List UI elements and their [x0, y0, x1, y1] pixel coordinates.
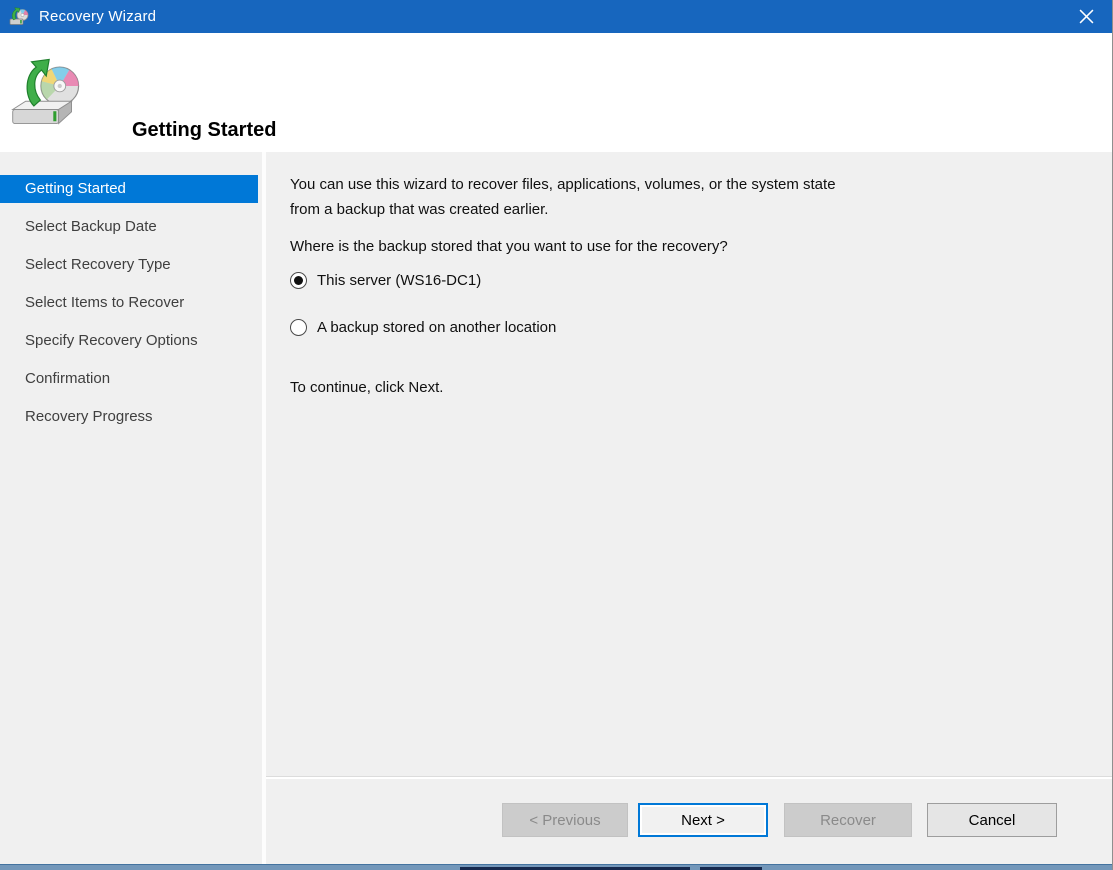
step-confirmation: Confirmation [25, 370, 111, 387]
wizard-header: Getting Started [0, 33, 1112, 152]
next-button[interactable]: Next > [638, 803, 768, 837]
radio-button-icon[interactable] [290, 272, 307, 289]
previous-button[interactable]: < Previous [502, 803, 628, 837]
step-specify-recovery-options: Specify Recovery Options [25, 332, 198, 349]
recovery-wizard-window: Recovery Wizard Getting Started Getting … [0, 0, 1113, 870]
close-icon [1079, 9, 1093, 24]
intro-line-1: You can use this wizard to recover files… [290, 176, 836, 193]
step-recovery-progress: Recovery Progress [25, 408, 153, 425]
close-button[interactable] [1060, 0, 1112, 33]
intro-text: You can use this wizard to recover files… [290, 172, 836, 222]
intro-line-2: from a backup that was created earlier. [290, 201, 549, 218]
instruction-text: To continue, click Next. [290, 379, 444, 396]
recovery-drive-icon [10, 53, 86, 138]
titlebar[interactable]: Recovery Wizard [0, 0, 1112, 33]
radio-option-label[interactable]: This server (WS16-DC1) [317, 272, 481, 289]
app-icon [9, 7, 29, 27]
step-select-recovery-type: Select Recovery Type [25, 256, 171, 273]
radio-option-this-server[interactable]: This server (WS16-DC1) [290, 272, 481, 289]
step-select-items-to-recover: Select Items to Recover [25, 294, 185, 311]
wizard-content: You can use this wizard to recover files… [266, 152, 1112, 864]
background-window-edge [0, 864, 1112, 870]
steps-list: Getting Started Select Backup Date Selec… [0, 175, 262, 441]
recover-button[interactable]: Recover [784, 803, 912, 837]
radio-option-label[interactable]: A backup stored on another location [317, 319, 556, 336]
radio-option-another-location[interactable]: A backup stored on another location [290, 319, 556, 336]
radio-button-icon[interactable] [290, 319, 307, 336]
step-getting-started: Getting Started [0, 175, 258, 203]
page-title: Getting Started [132, 119, 277, 141]
question-text: Where is the backup stored that you want… [290, 238, 728, 255]
window-title: Recovery Wizard [39, 8, 157, 25]
step-select-backup-date: Select Backup Date [25, 218, 157, 235]
cancel-button[interactable]: Cancel [927, 803, 1057, 837]
footer-separator [266, 776, 1112, 779]
wizard-steps-sidebar: Getting Started Select Backup Date Selec… [0, 152, 262, 864]
